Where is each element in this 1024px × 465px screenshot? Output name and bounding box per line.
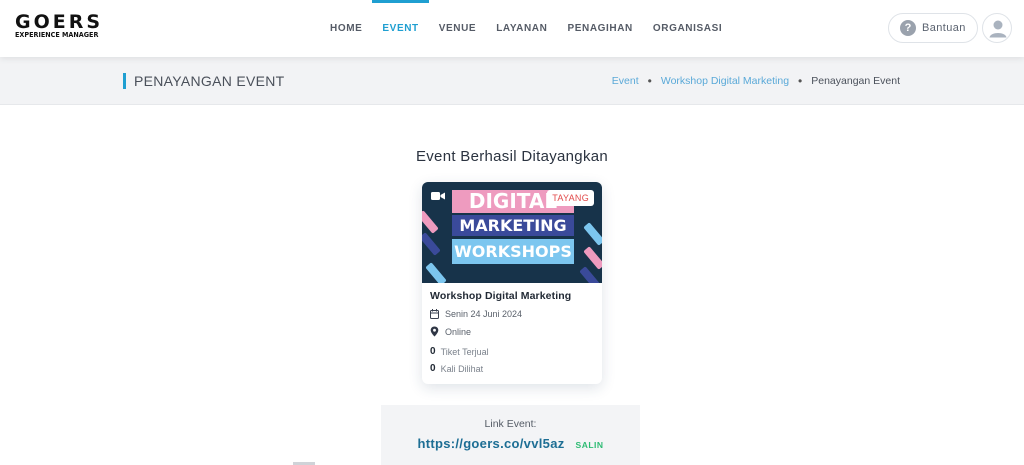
breadcrumb-current: Penayangan Event: [811, 75, 900, 87]
logo-subtitle: EXPERIENCE MANAGER: [15, 31, 99, 39]
user-icon: [989, 20, 1007, 38]
banner-decoration: [583, 222, 602, 246]
event-date-row: Senin 24 Juni 2024: [430, 309, 596, 319]
logo-text: GOERS: [15, 11, 104, 33]
breadcrumb-event[interactable]: Event: [612, 75, 639, 87]
video-camera-icon: [431, 192, 445, 200]
help-label: Bantuan: [922, 22, 966, 34]
breadcrumb-separator: •: [798, 74, 803, 88]
tickets-sold-count: 0: [430, 346, 436, 357]
banner-decoration: [425, 262, 447, 283]
nav-item-venue[interactable]: VENUE: [429, 0, 486, 57]
question-circle-icon: ?: [900, 20, 916, 36]
nav-item-event[interactable]: EVENT: [372, 0, 430, 57]
help-button[interactable]: ? Bantuan: [888, 13, 978, 43]
breadcrumb: Event • Workshop Digital Marketing • Pen…: [612, 74, 900, 88]
event-link-row: https://goers.co/vvl5az SALIN: [381, 436, 640, 451]
nav-item-organisasi[interactable]: ORGANISASI: [643, 0, 732, 57]
event-card[interactable]: DIGITAL MARKETING WORKSHOPS TAYANG Works…: [422, 182, 602, 384]
calendar-icon: [430, 309, 439, 319]
event-location: Online: [445, 326, 472, 337]
event-banner-image: DIGITAL MARKETING WORKSHOPS TAYANG: [422, 182, 602, 283]
banner-decoration: [422, 210, 439, 234]
map-pin-icon: [430, 326, 439, 337]
status-badge: TAYANG: [547, 190, 594, 206]
user-avatar-button[interactable]: [982, 13, 1012, 43]
banner-decoration: [422, 232, 441, 256]
main-nav: HOME EVENT VENUE LAYANAN PENAGIHAN ORGAN…: [320, 0, 732, 57]
nav-item-penagihan[interactable]: PENAGIHAN: [557, 0, 642, 57]
breadcrumb-separator: •: [647, 74, 652, 88]
nav-item-home[interactable]: HOME: [320, 0, 372, 57]
event-link-label: Link Event:: [484, 418, 537, 430]
views-count: 0: [430, 363, 436, 374]
event-card-body: Workshop Digital Marketing Senin 24 Juni…: [430, 290, 596, 374]
breadcrumb-workshop[interactable]: Workshop Digital Marketing: [661, 75, 789, 87]
views-label: Kali Dilihat: [440, 363, 484, 374]
top-header: GOERS EXPERIENCE MANAGER HOME EVENT VENU…: [0, 0, 1024, 57]
event-link-box: Link Event: https://goers.co/vvl5az SALI…: [381, 405, 640, 465]
page-title: PENAYANGAN EVENT: [123, 73, 285, 89]
banner-line-2: MARKETING: [452, 215, 574, 236]
tickets-sold-row: 0 Tiket Terjual: [430, 346, 596, 357]
nav-item-layanan[interactable]: LAYANAN: [486, 0, 557, 57]
goers-logo[interactable]: GOERS EXPERIENCE MANAGER: [15, 13, 106, 40]
tickets-sold-label: Tiket Terjual: [440, 346, 489, 357]
event-location-row: Online: [430, 326, 596, 337]
copy-link-button[interactable]: SALIN: [576, 440, 604, 450]
page-header-bar: PENAYANGAN EVENT Event • Workshop Digita…: [0, 57, 1024, 105]
event-title: Workshop Digital Marketing: [430, 290, 572, 302]
event-link-url[interactable]: https://goers.co/vvl5az: [417, 436, 564, 451]
success-heading: Event Berhasil Ditayangkan: [415, 148, 609, 165]
event-date: Senin 24 Juni 2024: [445, 309, 523, 319]
banner-line-3: WORKSHOPS: [452, 239, 574, 264]
views-row: 0 Kali Dilihat: [430, 363, 596, 374]
